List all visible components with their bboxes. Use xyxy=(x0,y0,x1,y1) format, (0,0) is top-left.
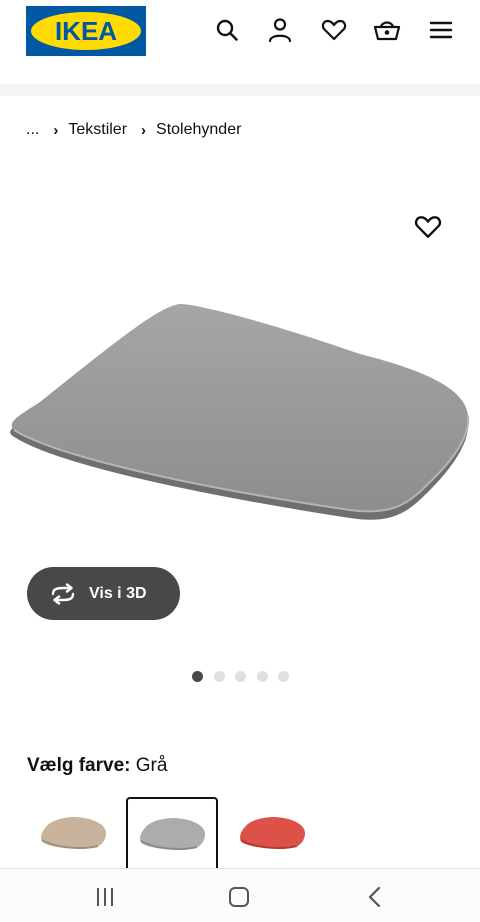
system-navigation-bar xyxy=(0,868,480,922)
breadcrumb: ... › Tekstiler › Stolehynder xyxy=(26,118,241,142)
cushion-thumbnail xyxy=(140,818,205,850)
color-label-prefix: Vælg farve: xyxy=(27,755,131,776)
gallery-dot[interactable] xyxy=(278,671,289,682)
chevron-right-icon: › xyxy=(53,121,59,139)
chevron-right-icon: › xyxy=(141,121,147,139)
ikea-logo[interactable]: IKEA xyxy=(26,6,146,56)
color-swatch-rod[interactable] xyxy=(226,797,318,869)
selected-color-value: Grå xyxy=(135,755,168,776)
breadcrumb-ellipsis[interactable]: ... xyxy=(26,121,39,139)
view-in-3d-label: Vis i 3D xyxy=(89,584,147,602)
cushion-thumbnail xyxy=(41,817,106,849)
gallery-dot[interactable] xyxy=(192,671,203,682)
view-in-3d-button[interactable]: Vis i 3D xyxy=(27,567,180,620)
search-icon[interactable] xyxy=(213,16,241,44)
home-icon[interactable] xyxy=(226,885,252,909)
menu-icon[interactable] xyxy=(427,16,455,44)
heart-icon[interactable] xyxy=(320,16,348,44)
color-selector-label: Vælg farve: Grå xyxy=(27,755,167,777)
logo-oval: IKEA xyxy=(31,12,141,50)
heart-icon xyxy=(414,216,442,238)
breadcrumb-tekstiler[interactable]: Tekstiler xyxy=(68,121,127,139)
rotate-3d-icon xyxy=(51,582,75,605)
logo-text: IKEA xyxy=(54,15,118,46)
recent-apps-icon[interactable] xyxy=(92,885,118,909)
basket-icon[interactable] xyxy=(373,16,401,44)
cushion-thumbnail xyxy=(240,817,305,849)
site-header: IKEA xyxy=(0,0,480,84)
user-icon[interactable] xyxy=(266,16,294,44)
color-swatch-gra[interactable] xyxy=(126,797,218,869)
favorite-button[interactable] xyxy=(414,214,442,242)
breadcrumb-stolehynder[interactable]: Stolehynder xyxy=(156,121,241,139)
color-swatch-beige[interactable] xyxy=(27,797,119,869)
gallery-dot[interactable] xyxy=(256,671,268,682)
back-icon[interactable] xyxy=(362,885,388,909)
gallery-pagination xyxy=(192,671,300,683)
gallery-dot[interactable] xyxy=(235,671,246,682)
header-divider-band xyxy=(0,84,480,96)
gallery-dot[interactable] xyxy=(213,671,225,682)
product-image[interactable] xyxy=(0,290,480,540)
